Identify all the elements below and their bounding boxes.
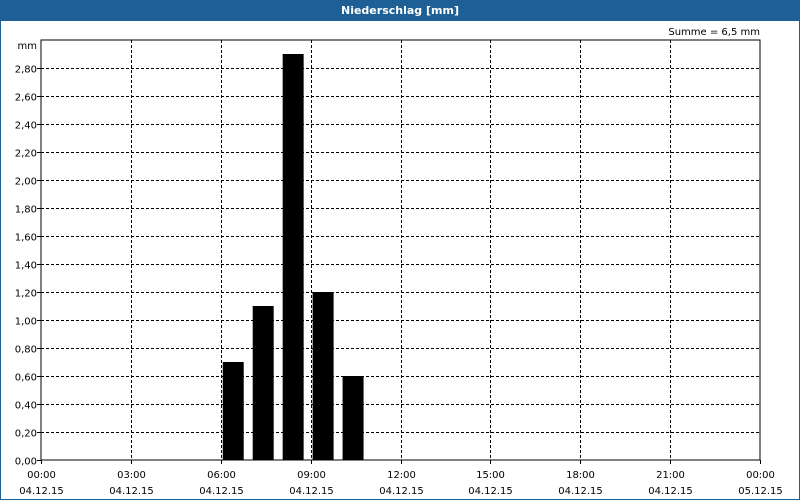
y-tick-label: 2,60 — [15, 93, 37, 104]
x-tick-time: 06:00 — [207, 470, 236, 481]
x-tick-time: 03:00 — [117, 470, 146, 481]
y-tick-label: 1,80 — [15, 205, 37, 216]
precipitation-bar — [282, 54, 304, 460]
x-tick-date: 05.12.15 — [738, 486, 783, 497]
y-axis-label: mm — [18, 41, 37, 52]
y-tick-label: 0,40 — [15, 401, 37, 412]
x-tick-date: 04.12.15 — [19, 486, 64, 497]
y-tick-label: 2,20 — [15, 149, 37, 160]
x-tick-time: 21:00 — [656, 470, 685, 481]
y-tick-label: 1,00 — [15, 317, 37, 328]
x-tick-time: 00:00 — [27, 470, 56, 481]
x-tick-time: 15:00 — [476, 470, 505, 481]
y-tick-label: 1,60 — [15, 233, 37, 244]
x-axis: 00:00 04.12.15 03:00 04.12.15 06:00 04.12.15 0… — [19, 460, 783, 497]
x-tick-date: 04.12.15 — [379, 486, 424, 497]
precipitation-bar — [252, 306, 274, 460]
y-axis: 0,00 0,20 0,40 0,60 0,80 1,00 1,20 1,40 1,60 1,80… — [15, 65, 41, 468]
x-tick-time: 18:00 — [566, 470, 595, 481]
x-tick-date: 04.12.15 — [648, 486, 693, 497]
x-tick-time: 00:00 — [746, 470, 775, 481]
y-tick-label: 0,00 — [15, 457, 37, 468]
x-tick-time: 12:00 — [387, 470, 416, 481]
bar-series — [222, 54, 364, 460]
x-tick-date: 04.12.15 — [289, 486, 334, 497]
precipitation-bar — [342, 376, 364, 460]
x-tick-date: 04.12.15 — [199, 486, 244, 497]
y-tick-label: 1,40 — [15, 261, 37, 272]
x-tick-date: 04.12.15 — [558, 486, 603, 497]
y-tick-label: 2,40 — [15, 121, 37, 132]
y-tick-label: 0,60 — [15, 373, 37, 384]
y-tick-label: 2,80 — [15, 65, 37, 76]
y-tick-label: 0,80 — [15, 345, 37, 356]
y-tick-label: 1,20 — [15, 289, 37, 300]
x-tick-date: 04.12.15 — [109, 486, 154, 497]
precipitation-chart: 0,00 0,20 0,40 0,60 0,80 1,00 1,20 1,40 1,60 1,80… — [15, 27, 783, 497]
precipitation-bar — [312, 292, 334, 460]
grid-lines — [41, 40, 760, 460]
x-tick-time: 09:00 — [297, 470, 326, 481]
x-tick-date: 04.12.15 — [468, 486, 513, 497]
plot-area — [40, 39, 761, 461]
sum-annotation: Summe = 6,5 mm — [668, 27, 760, 38]
y-tick-label: 0,20 — [15, 429, 37, 440]
precipitation-bar — [222, 362, 244, 460]
y-tick-label: 2,00 — [15, 177, 37, 188]
